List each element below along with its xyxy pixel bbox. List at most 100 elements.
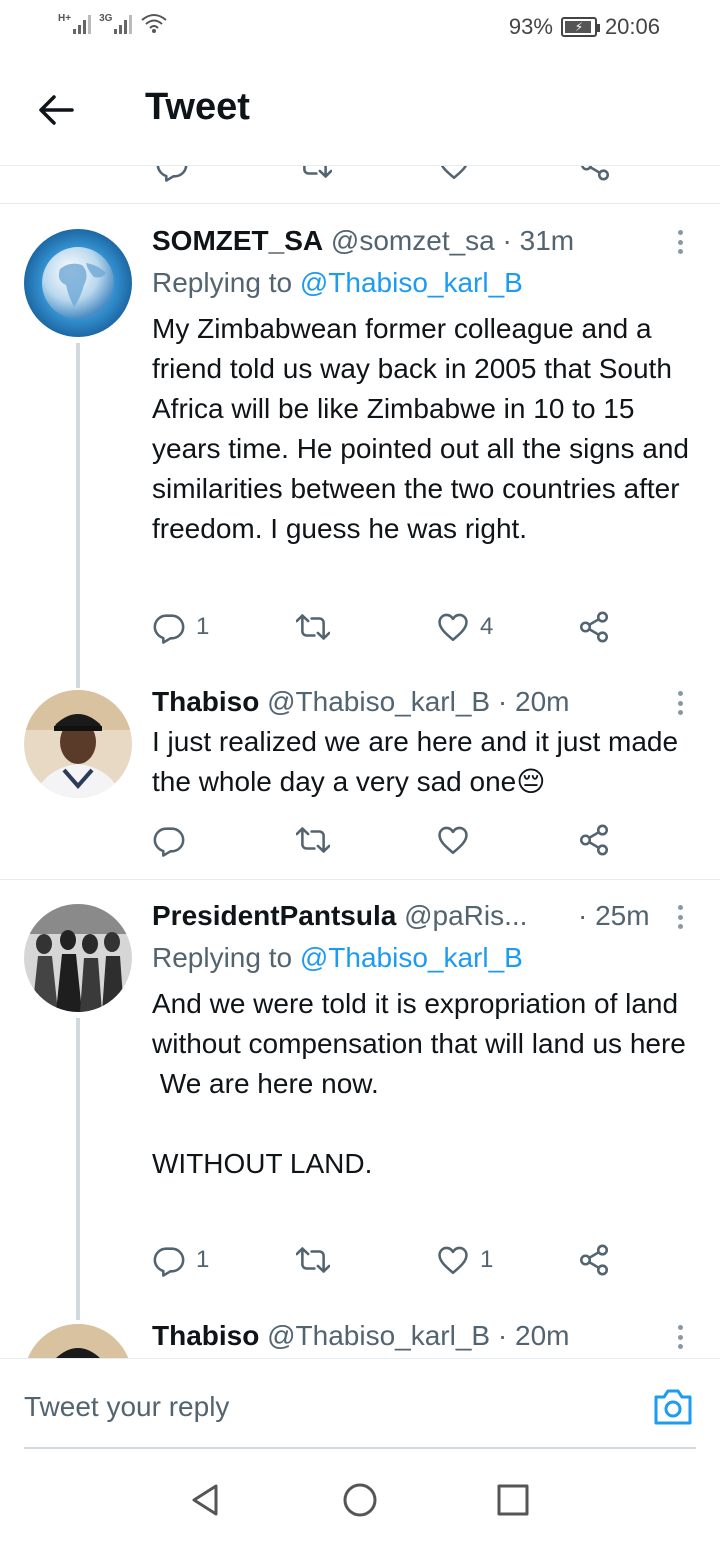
retweet-icon <box>296 823 330 857</box>
replying-to: Replying to @Thabiso_karl_B <box>152 267 523 299</box>
retweet-button[interactable] <box>296 820 330 860</box>
like-icon <box>436 610 470 644</box>
app-header: Tweet <box>0 56 720 166</box>
reply-button[interactable] <box>152 820 186 860</box>
reply-button[interactable]: 1 <box>152 607 209 647</box>
retweet-icon[interactable] <box>298 166 332 182</box>
tweet-thabiso[interactable]: Thabiso @Thabiso_karl_B · 20m I just rea… <box>0 680 720 880</box>
share-button[interactable] <box>577 1240 611 1280</box>
display-name[interactable]: Thabiso <box>152 1320 259 1351</box>
like-icon <box>436 823 470 857</box>
reply-input[interactable]: Tweet your reply <box>24 1391 229 1423</box>
tweet-header: PresidentPantsula @paRis... <box>152 900 652 932</box>
tweet-header: SOMZET_SA @somzet_sa · 31m <box>152 225 574 257</box>
avatar[interactable] <box>24 690 132 798</box>
timestamp: · 31m <box>502 225 575 256</box>
avatar[interactable] <box>24 229 132 337</box>
reply-count: 1 <box>196 613 210 640</box>
reply-button[interactable]: 1 <box>152 1240 209 1280</box>
like-icon <box>436 1243 470 1277</box>
back-triangle-icon[interactable] <box>186 1480 226 1520</box>
like-button[interactable]: 4 <box>436 607 493 647</box>
battery-icon: ⚡ <box>560 17 600 37</box>
user-handle[interactable]: @somzet_sa <box>331 225 495 256</box>
user-handle[interactable]: @paRis... <box>404 900 527 931</box>
user-handle[interactable]: @Thabiso_karl_B <box>267 686 490 717</box>
retweet-button[interactable] <box>296 1240 330 1280</box>
more-options-button[interactable] <box>670 688 690 718</box>
display-name[interactable]: Thabiso <box>152 686 259 717</box>
tweet-header: Thabiso @Thabiso_karl_B · 20m <box>152 1320 569 1352</box>
signal-2: 3G <box>99 12 133 34</box>
network-type-label: H+ <box>58 13 72 24</box>
signal-bars-icon <box>73 12 92 34</box>
home-circle-icon[interactable] <box>340 1480 380 1520</box>
camera-button[interactable] <box>652 1387 694 1427</box>
tweet-text: My Zimbabwean former colleague and a fri… <box>152 313 697 544</box>
retweet-button[interactable] <box>296 607 330 647</box>
share-icon <box>577 610 611 644</box>
status-bar: H+ 3G 93% ⚡ 20:06 <box>0 0 720 56</box>
replying-to-prefix: Replying to <box>152 942 300 973</box>
timestamp: · 20m <box>497 686 570 717</box>
reply-icon <box>152 610 186 644</box>
tweet-header: Thabiso @Thabiso_karl_B · 20m <box>152 686 569 718</box>
replying-to: Replying to @Thabiso_karl_B <box>152 942 523 974</box>
avatar[interactable] <box>24 904 132 1012</box>
more-options-button[interactable] <box>670 227 690 257</box>
mention-link[interactable]: @Thabiso_karl_B <box>300 942 523 973</box>
recents-square-icon[interactable] <box>493 1480 533 1520</box>
reply-count: 1 <box>196 1246 210 1273</box>
share-icon[interactable] <box>578 166 612 182</box>
reply-icon[interactable] <box>155 166 189 182</box>
tweet-somzet[interactable]: SOMZET_SA @somzet_sa · 31m Replying to @… <box>0 205 720 688</box>
more-options-button[interactable] <box>670 902 690 932</box>
reply-composer: Tweet your reply <box>0 1358 720 1450</box>
timestamp: · 25m <box>578 900 650 931</box>
like-icon[interactable] <box>437 166 471 182</box>
reply-icon <box>152 823 186 857</box>
reply-icon <box>152 1243 186 1277</box>
retweet-icon <box>296 610 330 644</box>
battery-percent: 93% <box>508 14 553 39</box>
share-icon <box>577 1243 611 1277</box>
tweet-text: I just realized we are here and it just … <box>152 722 700 802</box>
tweet-text: And we were told it is expropriation of … <box>152 988 686 1179</box>
tweet-actions: 1 1 <box>152 1240 632 1280</box>
like-button[interactable] <box>436 820 470 860</box>
display-name[interactable]: SOMZET_SA <box>152 225 323 256</box>
camera-icon <box>654 1389 692 1425</box>
retweet-icon <box>296 1243 330 1277</box>
replying-to-prefix: Replying to <box>152 267 300 298</box>
thread-line <box>76 343 80 688</box>
tweet-thabiso-partial[interactable]: Thabiso @Thabiso_karl_B · 20m <box>0 1320 720 1358</box>
tweet-actions <box>152 820 632 860</box>
pensive-face-emoji: 😔 <box>516 766 546 797</box>
back-button[interactable] <box>34 88 78 132</box>
user-handle[interactable]: @Thabiso_karl_B <box>267 1320 490 1351</box>
thread-line <box>76 1018 80 1320</box>
share-icon <box>577 823 611 857</box>
mention-link[interactable]: @Thabiso_karl_B <box>300 267 523 298</box>
page-title: Tweet <box>145 86 250 128</box>
arrow-left-icon <box>39 95 74 125</box>
avatar[interactable] <box>24 1324 132 1358</box>
share-button[interactable] <box>577 607 611 647</box>
like-count: 4 <box>480 613 494 640</box>
more-options-button[interactable] <box>670 1322 690 1352</box>
share-button[interactable] <box>577 820 611 860</box>
like-button[interactable]: 1 <box>436 1240 493 1280</box>
tweet-presidentpantsula[interactable]: PresidentPantsula @paRis... · 25m Replyi… <box>0 880 720 1320</box>
tweet-actions: 1 4 <box>152 607 632 647</box>
divider <box>24 1447 696 1449</box>
signal-1: H+ <box>58 12 92 34</box>
clock: 20:06 <box>604 14 660 39</box>
like-count: 1 <box>480 1246 494 1273</box>
system-nav-bar <box>0 1452 720 1541</box>
previous-tweet-actions <box>0 166 720 204</box>
wifi-icon <box>141 14 168 33</box>
timestamp: · 20m <box>497 1320 570 1351</box>
signal-bars-icon <box>114 12 133 34</box>
display-name[interactable]: PresidentPantsula <box>152 900 396 931</box>
network-type-label: 3G <box>99 13 113 24</box>
